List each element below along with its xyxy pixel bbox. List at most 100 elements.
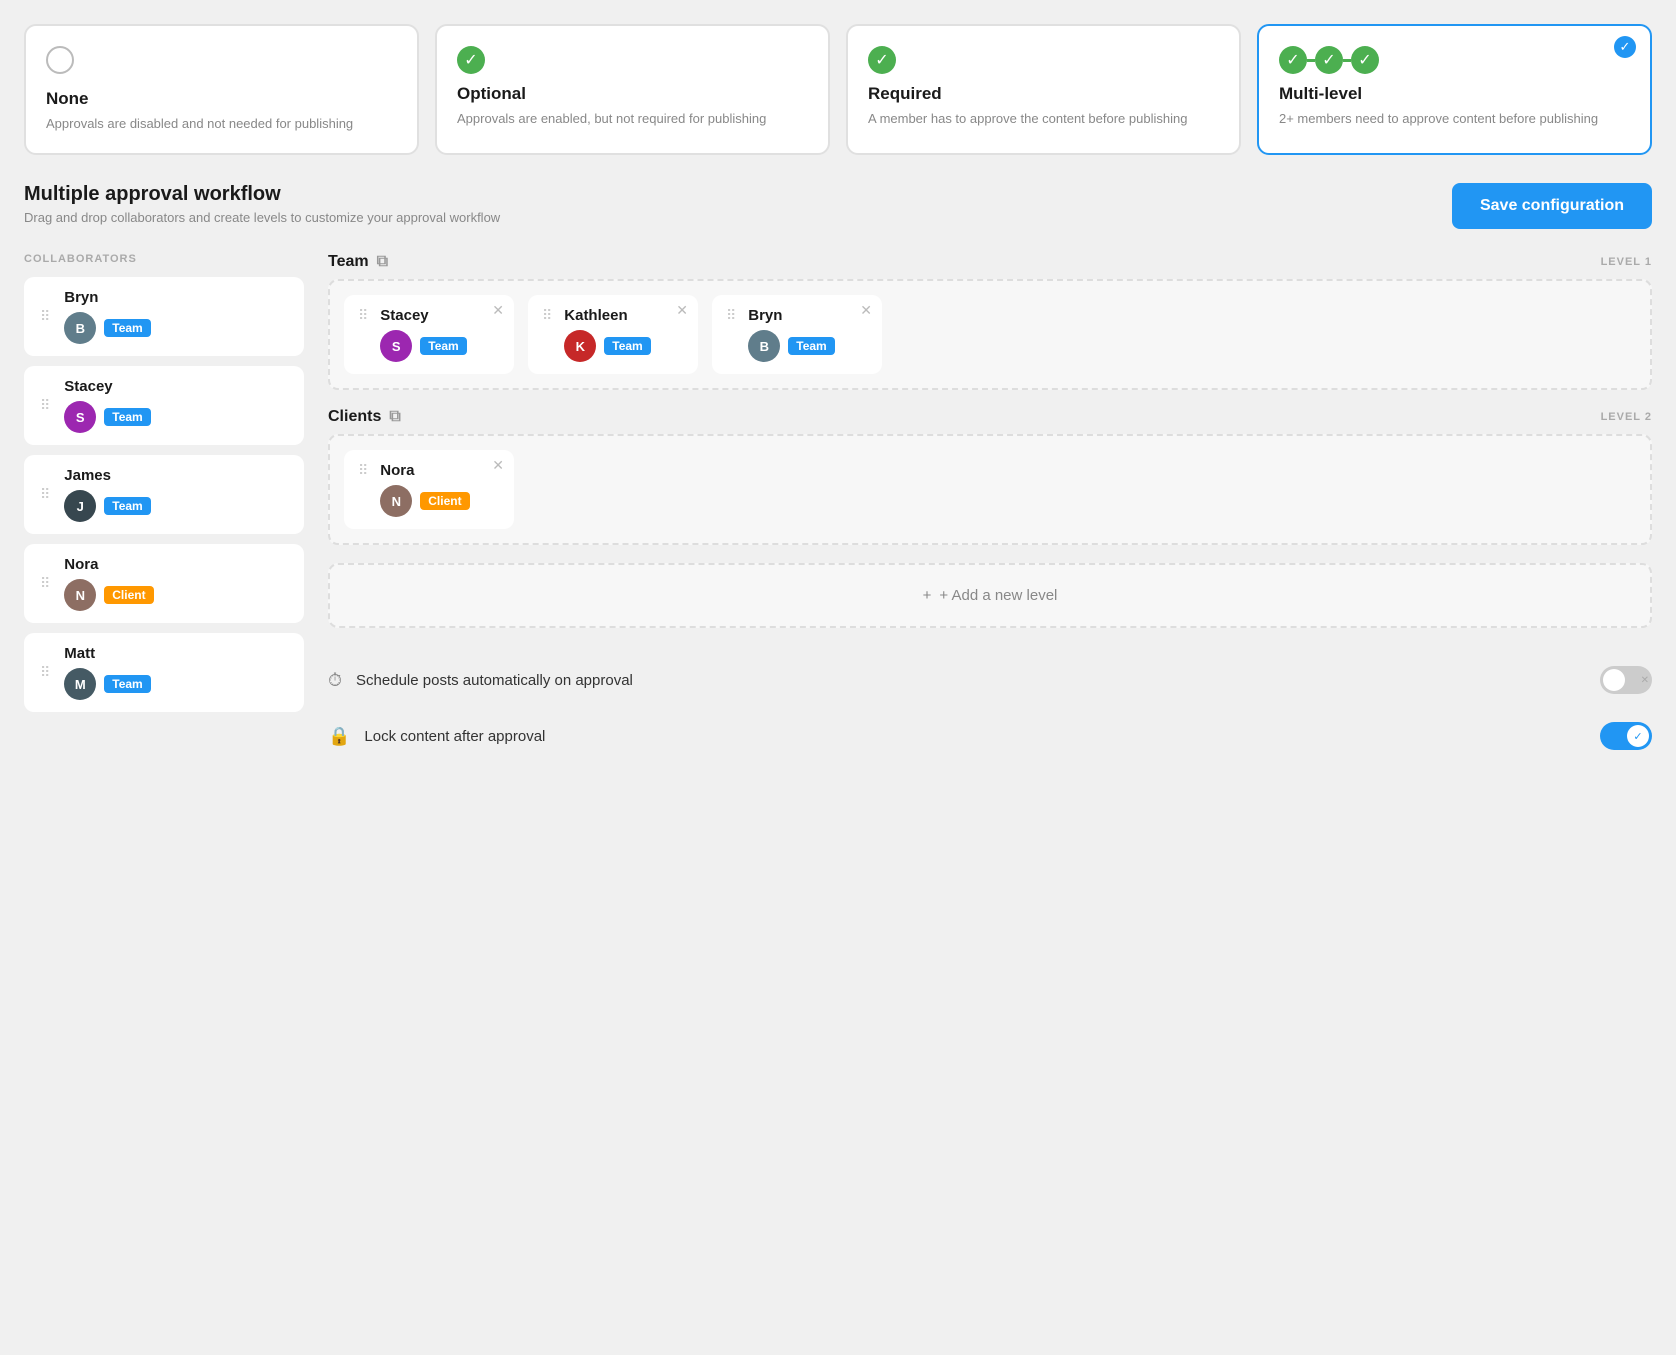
collaborator-info-bryn: Bryn B Team [64,289,150,344]
badge-matt: Team [104,675,150,693]
approval-card-none[interactable]: None Approvals are disabled and not need… [24,24,419,155]
collaborator-info-matt: Matt M Team [64,645,150,700]
collaborator-card-matt[interactable]: ⠿ Matt M Team [24,633,304,712]
required-icon: ✓ [868,46,1219,74]
approval-card-optional[interactable]: ✓ Optional Approvals are enabled, but no… [435,24,830,155]
none-icon [46,46,397,79]
none-desc: Approvals are disabled and not needed fo… [46,115,397,133]
approval-card-required[interactable]: ✓ Required A member has to approve the c… [846,24,1241,155]
schedule-label: Schedule posts automatically on approval [356,672,1586,689]
toggles-section: ⏱ Schedule posts automatically on approv… [328,652,1652,764]
remove-nora-l2-button[interactable]: ✕ [492,458,504,472]
drag-handle-bryn: ⠿ [40,308,50,325]
badge-stacey: Team [104,408,150,426]
optional-title: Optional [457,84,808,104]
required-desc: A member has to approve the content befo… [868,110,1219,128]
level-2-label: LEVEL 2 [1601,411,1652,423]
remove-stacey-l1-button[interactable]: ✕ [492,303,504,317]
badge-kathleen-l1: Team [604,337,650,355]
lock-icon: 🔒 [328,726,350,747]
add-level-button[interactable]: + + Add a new level [328,563,1652,628]
none-title: None [46,89,397,109]
member-stacey-content: Stacey S Team [380,307,466,362]
level-2-drop-zone[interactable]: ⠿ Nora N Client ✕ [328,434,1652,545]
drag-handle-stacey: ⠿ [40,397,50,414]
badge-bryn-l1: Team [788,337,834,355]
member-name-bryn-l1: Bryn [748,307,834,324]
collaborator-name-bryn: Bryn [64,289,150,306]
badge-james: Team [104,497,150,515]
header-text: Multiple approval workflow Drag and drop… [24,183,500,225]
badge-nora-l2: Client [420,492,469,510]
add-level-plus: + [923,587,932,604]
drag-handle-stacey-l1: ⠿ [358,307,368,324]
main-header: Multiple approval workflow Drag and drop… [24,183,1652,229]
avatar-bryn-l1: B [748,330,780,362]
level-section-2: Clients ⧉ LEVEL 2 ⠿ Nora N Client [328,408,1652,545]
badge-stacey-l1: Team [420,337,466,355]
lock-toggle[interactable]: ✓ [1600,722,1652,750]
collaborator-name-nora: Nora [64,556,153,573]
collaborator-name-matt: Matt [64,645,150,662]
collaborators-label: COLLABORATORS [24,253,304,265]
drag-handle-nora: ⠿ [40,575,50,592]
optional-desc: Approvals are enabled, but not required … [457,110,808,128]
drag-handle-james: ⠿ [40,486,50,503]
avatar-kathleen-l1: K [564,330,596,362]
collaborator-info-nora: Nora N Client [64,556,153,611]
collaborator-card-nora[interactable]: ⠿ Nora N Client [24,544,304,623]
member-bryn-content: Bryn B Team [748,307,834,362]
multilevel-title: Multi-level [1279,84,1630,104]
drag-handle-kathleen-l1: ⠿ [542,307,552,324]
schedule-icon: ⏱ [328,670,342,691]
member-card-kathleen-l1: ⠿ Kathleen K Team ✕ [528,295,698,374]
section-title: Multiple approval workflow [24,183,500,206]
level-section-1: Team ⧉ LEVEL 1 ⠿ Stacey S Team ✕ [328,253,1652,390]
copy-level-1-icon[interactable]: ⧉ [377,253,388,271]
lock-thumb: ✓ [1627,725,1649,747]
multilevel-desc: 2+ members need to approve content befor… [1279,110,1630,128]
copy-level-2-icon[interactable]: ⧉ [389,408,400,426]
collaborator-card-stacey[interactable]: ⠿ Stacey S Team [24,366,304,445]
collaborator-name-stacey: Stacey [64,378,150,395]
member-name-kathleen-l1: Kathleen [564,307,650,324]
avatar-nora: N [64,579,96,611]
required-title: Required [868,84,1219,104]
avatar-stacey: S [64,401,96,433]
remove-kathleen-l1-button[interactable]: ✕ [676,303,688,317]
member-name-nora-l2: Nora [380,462,469,479]
schedule-toggle-row: ⏱ Schedule posts automatically on approv… [328,652,1652,708]
collaborator-info-james: James J Team [64,467,150,522]
level-2-header: Clients ⧉ LEVEL 2 [328,408,1652,426]
badge-nora: Client [104,586,153,604]
drag-handle-nora-l2: ⠿ [358,462,368,479]
member-nora-content: Nora N Client [380,462,469,517]
lock-toggle-row: 🔒 Lock content after approval ✓ [328,708,1652,764]
avatar-bryn: B [64,312,96,344]
member-card-stacey-l1: ⠿ Stacey S Team ✕ [344,295,514,374]
schedule-thumb [1603,669,1625,691]
collaborator-card-james[interactable]: ⠿ James J Team [24,455,304,534]
drag-handle-bryn-l1: ⠿ [726,307,736,324]
collaborator-card-bryn[interactable]: ⠿ Bryn B Team [24,277,304,356]
badge-bryn: Team [104,319,150,337]
level-1-name: Team ⧉ [328,253,388,271]
level-1-header: Team ⧉ LEVEL 1 [328,253,1652,271]
level-1-drop-zone[interactable]: ⠿ Stacey S Team ✕ ⠿ Kathleen [328,279,1652,390]
member-card-nora-l2: ⠿ Nora N Client ✕ [344,450,514,529]
levels-panel: Team ⧉ LEVEL 1 ⠿ Stacey S Team ✕ [328,253,1652,764]
approval-cards-row: None Approvals are disabled and not need… [24,24,1652,155]
remove-bryn-l1-button[interactable]: ✕ [860,303,872,317]
approval-card-multilevel[interactable]: ✓ ✓ ✓ ✓ Multi-level 2+ members need to a… [1257,24,1652,155]
schedule-toggle[interactable]: ✕ [1600,666,1652,694]
drag-handle-matt: ⠿ [40,664,50,681]
optional-icon: ✓ [457,46,808,74]
collaborator-info-stacey: Stacey S Team [64,378,150,433]
lock-track: ✓ [1600,722,1652,750]
avatar-stacey-l1: S [380,330,412,362]
member-card-bryn-l1: ⠿ Bryn B Team ✕ [712,295,882,374]
collaborator-name-james: James [64,467,150,484]
lock-label: Lock content after approval [364,728,1586,745]
save-configuration-button[interactable]: Save configuration [1452,183,1652,229]
avatar-nora-l2: N [380,485,412,517]
